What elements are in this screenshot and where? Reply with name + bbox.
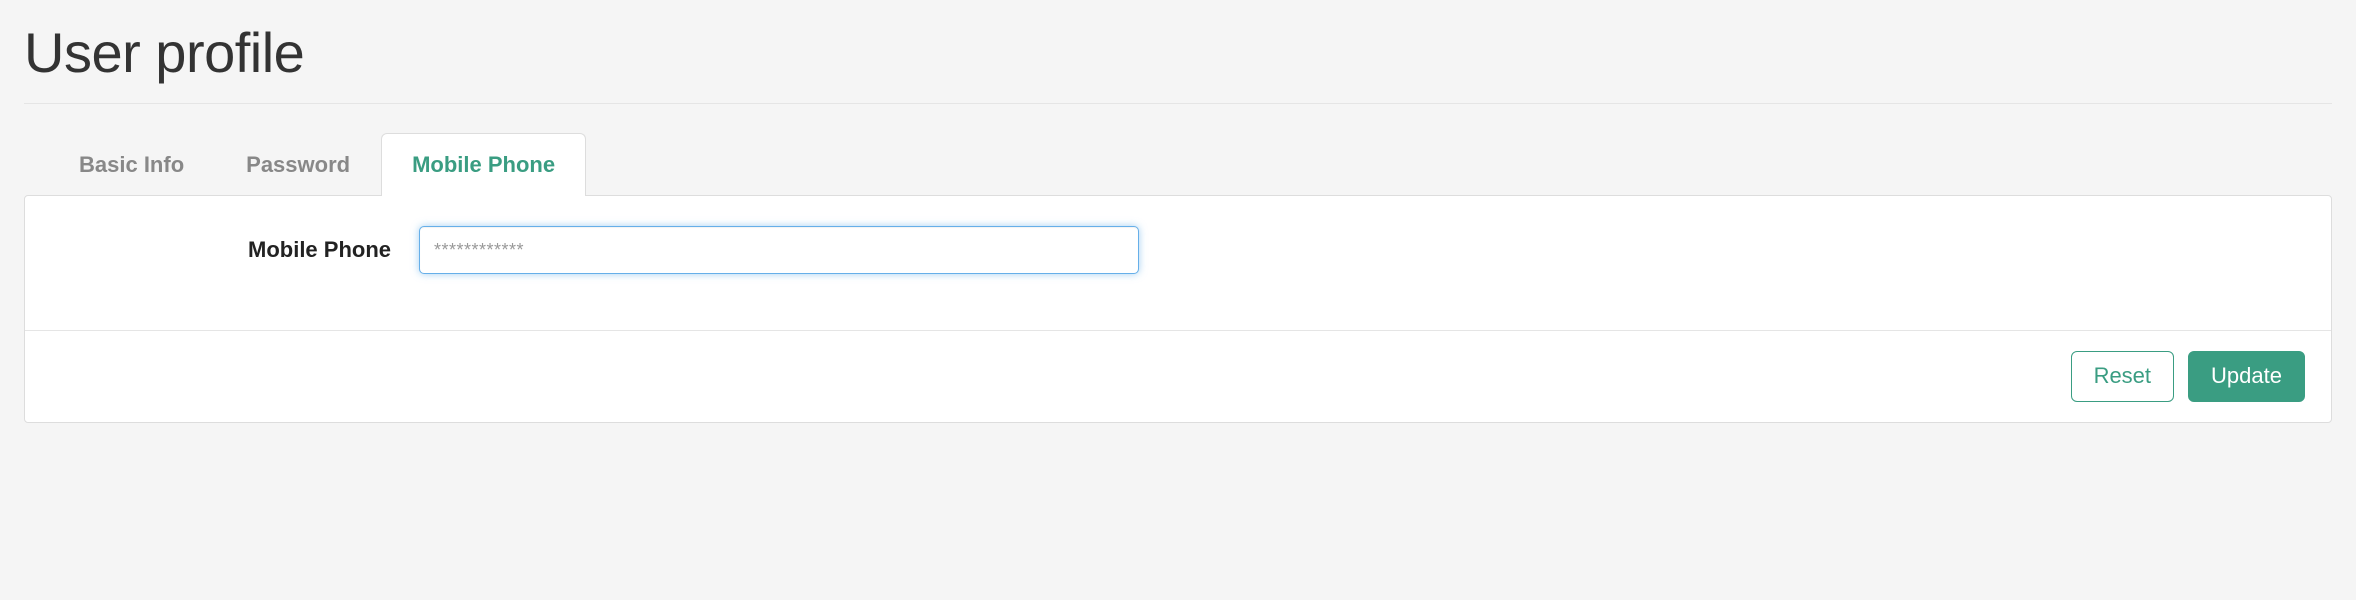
mobile-phone-input[interactable]	[419, 226, 1139, 274]
update-button[interactable]: Update	[2188, 351, 2305, 402]
reset-button[interactable]: Reset	[2071, 351, 2174, 402]
tabs-nav: Basic Info Password Mobile Phone	[48, 132, 2332, 195]
tab-mobile-phone[interactable]: Mobile Phone	[381, 133, 586, 196]
page-title: User profile	[24, 20, 2332, 85]
panel-body: Mobile Phone	[25, 196, 2331, 330]
panel-footer: Reset Update	[25, 330, 2331, 422]
mobile-phone-row: Mobile Phone	[49, 226, 2307, 274]
tab-basic-info[interactable]: Basic Info	[48, 133, 215, 196]
title-divider	[24, 103, 2332, 104]
tab-password[interactable]: Password	[215, 133, 381, 196]
mobile-phone-label: Mobile Phone	[49, 237, 419, 263]
form-panel: Mobile Phone Reset Update	[24, 195, 2332, 423]
